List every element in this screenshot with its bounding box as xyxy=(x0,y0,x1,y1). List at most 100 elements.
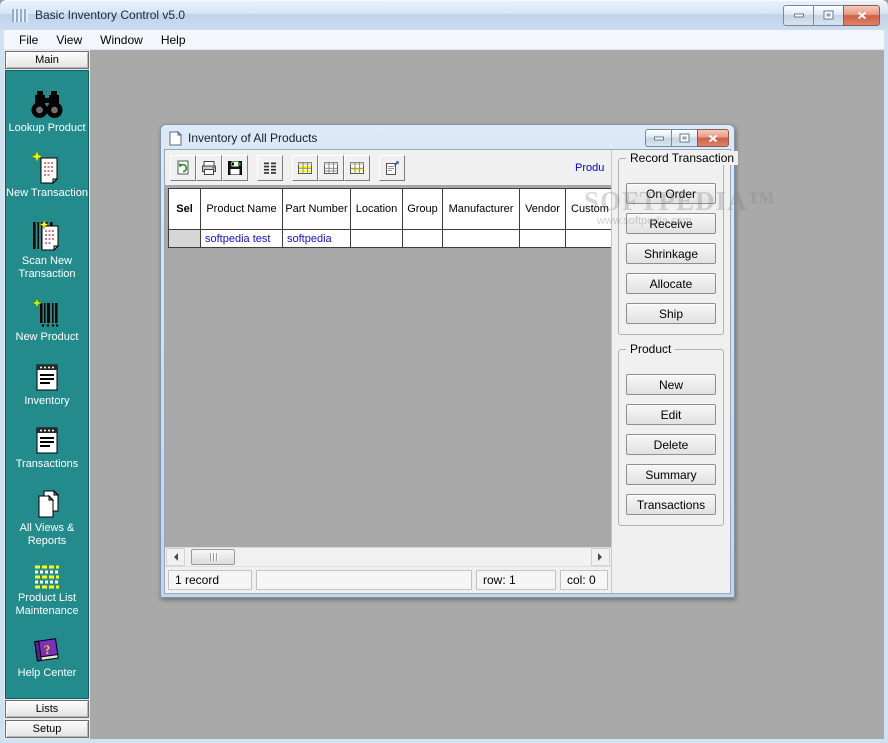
refresh-icon xyxy=(175,160,191,176)
restore-button[interactable] xyxy=(813,5,843,26)
column-header-part-number[interactable]: Part Number xyxy=(283,189,351,230)
close-button[interactable] xyxy=(697,129,729,147)
minimize-button[interactable] xyxy=(645,129,671,147)
sidebar-item-label: Product List Maintenance xyxy=(6,592,88,618)
sidebar-item-transactions[interactable]: Transactions xyxy=(6,424,88,471)
scan-note-icon xyxy=(30,217,64,253)
vendor-cell[interactable] xyxy=(520,230,566,248)
edit-button[interactable]: Edit xyxy=(626,404,716,425)
horizontal-scrollbar[interactable] xyxy=(165,547,611,566)
menu-window[interactable]: Window xyxy=(91,32,152,48)
sidebar-item-scan-new-transaction[interactable]: Scan New Transaction xyxy=(6,217,88,281)
record-count: 1 record xyxy=(168,570,252,590)
custom-cell[interactable] xyxy=(566,230,612,248)
menu-view[interactable]: View xyxy=(47,32,91,48)
group-cell[interactable] xyxy=(403,230,443,248)
menu-help[interactable]: Help xyxy=(152,32,195,48)
ship-button[interactable]: Ship xyxy=(626,303,716,324)
barcode-app-icon xyxy=(12,9,28,22)
part-number-cell[interactable]: softpedia xyxy=(283,230,351,248)
column-header-manufacturer[interactable]: Manufacturer xyxy=(443,189,520,230)
application-window: Basic Inventory Control v5.0 File View W… xyxy=(0,0,888,743)
scrollbar-thumb[interactable] xyxy=(191,549,235,565)
column-header-vendor[interactable]: Vendor xyxy=(520,189,566,230)
new-button[interactable]: New xyxy=(626,374,716,395)
grid-viewport: Sel Product Name Part Number Location Gr… xyxy=(165,185,611,547)
scroll-right-button[interactable] xyxy=(591,548,610,566)
delete-button[interactable]: Delete xyxy=(626,434,716,455)
sidebar-item-label: Help Center xyxy=(18,667,77,680)
grid-icon xyxy=(323,160,339,176)
column-header-location[interactable]: Location xyxy=(351,189,403,230)
close-button[interactable] xyxy=(843,5,880,26)
window-titlebar[interactable]: Basic Inventory Control v5.0 xyxy=(0,0,888,30)
view-grid-highlight-button[interactable] xyxy=(292,155,318,181)
menu-file[interactable]: File xyxy=(10,32,47,48)
save-button[interactable] xyxy=(222,155,248,181)
mdi-area: Inventory of All Products xyxy=(90,50,884,739)
sidebar-item-inventory[interactable]: Inventory xyxy=(6,361,88,408)
grid-row[interactable]: softpedia test softpedia xyxy=(169,230,612,248)
products-link[interactable]: Produ xyxy=(575,162,609,174)
inventory-window-controls xyxy=(645,129,729,147)
columns-button[interactable] xyxy=(257,155,283,181)
sidebar-item-new-transaction[interactable]: New Transaction xyxy=(6,151,88,200)
sidebar-tab-lists[interactable]: Lists xyxy=(5,700,89,718)
minimize-icon xyxy=(794,13,804,18)
sidebar-item-lookup-product[interactable]: Lookup Product xyxy=(6,90,88,135)
sidebar-item-label: Lookup Product xyxy=(8,122,85,135)
products-grid: Sel Product Name Part Number Location Gr… xyxy=(168,188,611,248)
column-header-group[interactable]: Group xyxy=(403,189,443,230)
sidebar-tab-setup[interactable]: Setup xyxy=(5,720,89,738)
summary-button[interactable]: Summary xyxy=(626,464,716,485)
sidebar-item-label: Transactions xyxy=(16,458,79,471)
column-header-product-name[interactable]: Product Name xyxy=(201,189,283,230)
app-body: Main Lookup Product xyxy=(4,50,884,739)
inventory-window: Inventory of All Products xyxy=(160,124,735,598)
inventory-window-title: Inventory of All Products xyxy=(188,131,317,145)
inventory-window-client: Produ Sel Pro xyxy=(164,149,731,594)
new-barcode-icon xyxy=(31,297,63,329)
product-group-title: Product xyxy=(626,342,675,356)
column-header-sel[interactable]: Sel xyxy=(169,189,201,230)
view-grid-button[interactable] xyxy=(318,155,344,181)
on-order-button[interactable]: On Order xyxy=(626,183,716,204)
scrollbar-track[interactable] xyxy=(185,549,591,565)
view-grid-highlight2-button[interactable] xyxy=(344,155,370,181)
transactions-button[interactable]: Transactions xyxy=(626,494,716,515)
scroll-left-button[interactable] xyxy=(166,548,185,566)
minimize-button[interactable] xyxy=(783,5,813,26)
grid-highlight2-icon xyxy=(349,160,365,176)
restore-icon xyxy=(823,10,834,20)
sidebar-item-product-list-maintenance[interactable]: Product List Maintenance xyxy=(6,564,88,618)
inventory-window-titlebar[interactable]: Inventory of All Products xyxy=(164,127,731,149)
sidebar-item-label: Scan New Transaction xyxy=(6,255,88,281)
manufacturer-cell[interactable] xyxy=(443,230,520,248)
binoculars-icon xyxy=(30,90,64,120)
thumb-grip-icon xyxy=(216,553,217,561)
row-indicator: row: 1 xyxy=(476,570,556,590)
sidebar-item-label: New Transaction xyxy=(6,187,88,200)
notepad-icon xyxy=(32,424,62,456)
product-group: Product New Edit Delete Summary Transact… xyxy=(618,349,724,526)
sidebar-item-label: All Views & Reports xyxy=(6,522,88,548)
receive-button[interactable]: Receive xyxy=(626,213,716,234)
location-cell[interactable] xyxy=(351,230,403,248)
print-button[interactable] xyxy=(196,155,222,181)
status-bar: 1 record row: 1 col: 0 xyxy=(165,566,611,593)
product-name-cell[interactable]: softpedia test xyxy=(201,230,283,248)
arrow-left-icon xyxy=(170,553,178,561)
col-indicator: col: 0 xyxy=(560,570,608,590)
properties-button[interactable] xyxy=(379,155,405,181)
allocate-button[interactable]: Allocate xyxy=(626,273,716,294)
column-header-custom[interactable]: Custom xyxy=(566,189,612,230)
sidebar-item-new-product[interactable]: New Product xyxy=(6,297,88,344)
toolbar: Produ xyxy=(165,150,611,185)
shrinkage-button[interactable]: Shrinkage xyxy=(626,243,716,264)
sidebar-tab-main[interactable]: Main xyxy=(5,51,89,69)
restore-button[interactable] xyxy=(671,129,697,147)
row-selector-cell[interactable] xyxy=(169,230,201,248)
sidebar-item-help-center[interactable]: ? Help Center xyxy=(6,635,88,680)
sidebar-item-all-views-reports[interactable]: All Views & Reports xyxy=(6,488,88,548)
refresh-button[interactable] xyxy=(170,155,196,181)
